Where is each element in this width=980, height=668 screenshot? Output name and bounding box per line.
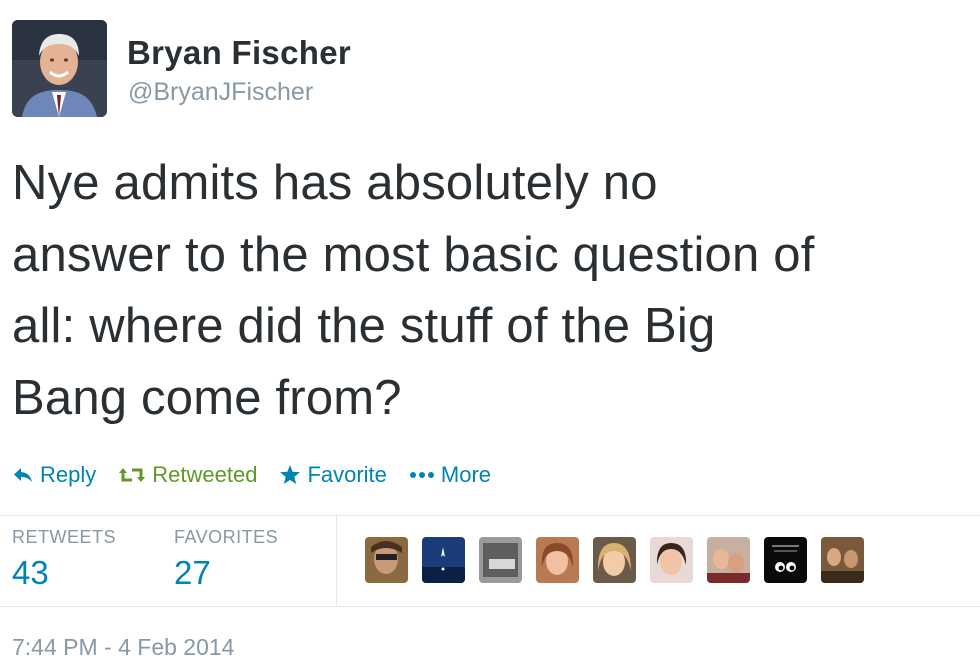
retweets-stat[interactable]: RETWEETS 43 [12,527,116,592]
author-name[interactable]: Bryan Fischer [127,34,351,72]
tweet-text-line: Bang come from? [12,370,402,425]
retweet-icon [119,468,146,482]
tweet-text-line: answer to the most basic question of [12,227,815,282]
reply-icon [14,468,32,482]
retweet-label: Retweeted [152,462,258,487]
stats-bottom-divider [0,606,980,607]
tweet-text: Nye admits has absolutely no answer to t… [12,148,977,434]
favorites-stat[interactable]: FAVORITES 27 [174,527,278,592]
user-avatar[interactable] [422,537,465,583]
user-avatar[interactable] [593,537,636,583]
retweets-count: 43 [12,554,49,591]
favorite-label: Favorite [307,462,387,487]
author-avatar[interactable] [12,20,107,117]
user-avatar[interactable] [821,537,864,583]
favorite-button[interactable]: Favorite [279,462,387,488]
tweet-text-line: Nye admits has absolutely no [12,156,658,210]
user-avatar[interactable] [536,537,579,583]
tweet-actions: Reply Retweeted Favorite More [12,460,513,490]
reply-label: Reply [40,462,97,487]
more-dots-icon [409,472,434,478]
user-avatar[interactable] [764,537,807,583]
tweet-timestamp[interactable]: 7:44 PM - 4 Feb 2014 [12,634,234,661]
favorites-count: 27 [174,554,211,591]
user-avatar[interactable] [707,537,750,583]
stats-top-divider [0,515,980,516]
tweet-text-line: all: where did the stuff of the Big [12,299,716,353]
stats-vertical-divider [336,516,337,606]
user-avatar[interactable] [479,537,522,583]
favoriters-avatars [365,537,878,583]
favorites-label: FAVORITES [174,527,279,547]
retweets-label: RETWEETS [12,527,117,547]
retweet-button[interactable]: Retweeted [118,462,257,488]
star-icon [280,465,301,484]
reply-button[interactable]: Reply [12,462,96,488]
author-handle[interactable]: @BryanJFischer [128,78,313,107]
user-avatar[interactable] [650,537,693,583]
more-button[interactable]: More [409,462,491,488]
user-avatar[interactable] [365,537,408,583]
more-label: More [440,462,492,487]
